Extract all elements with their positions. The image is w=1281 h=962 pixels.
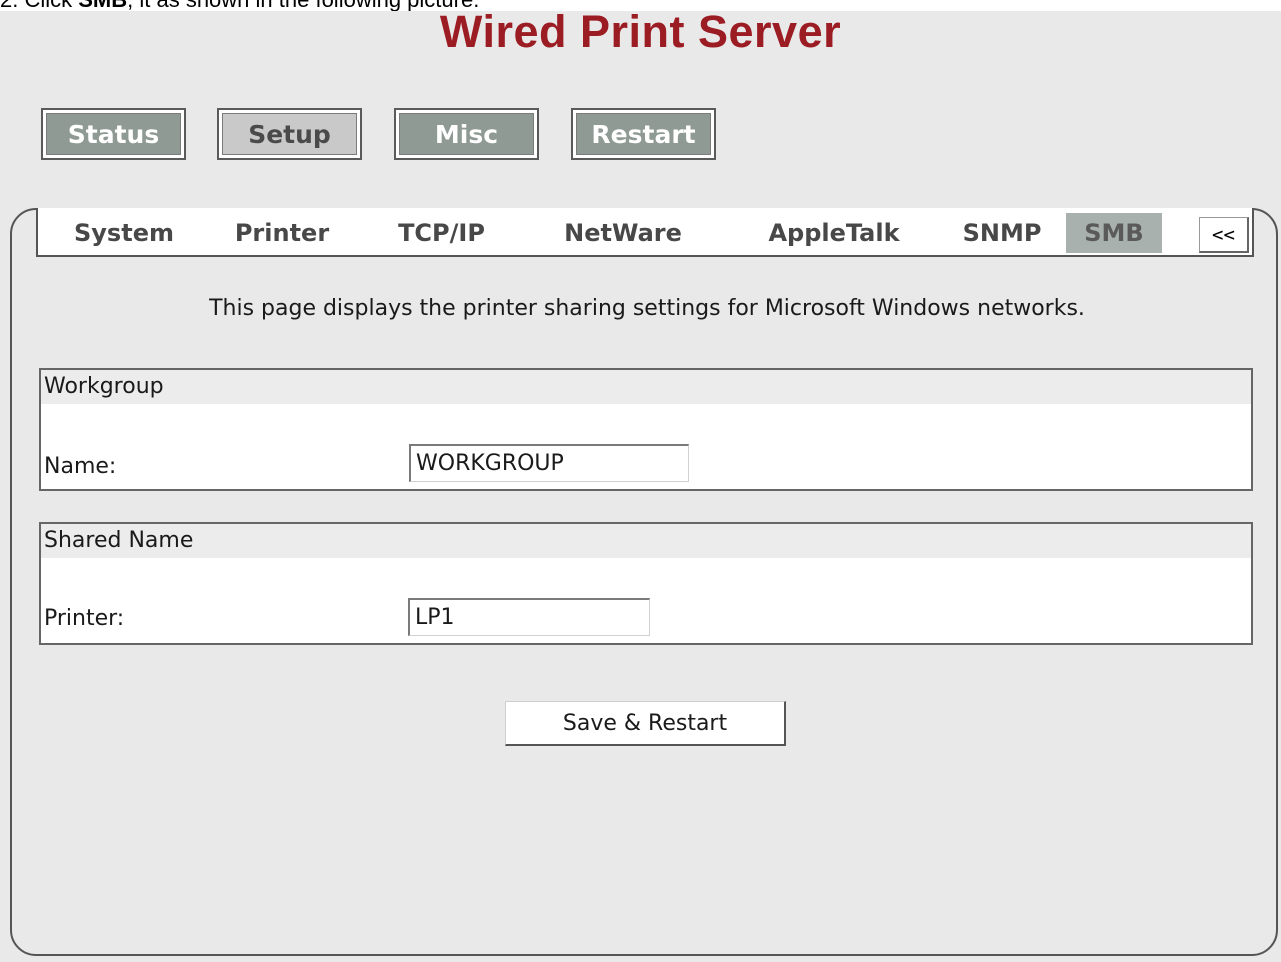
tab-system[interactable]: System xyxy=(65,213,183,253)
shared-printer-input[interactable] xyxy=(408,598,650,636)
tab-smb[interactable]: SMB xyxy=(1066,213,1162,253)
page-title: Wired Print Server xyxy=(439,6,842,57)
workgroup-header: Workgroup xyxy=(41,370,1251,404)
collapse-tabs-button[interactable]: << xyxy=(1199,217,1249,253)
setup-button-label: Setup xyxy=(222,113,357,155)
status-button[interactable]: Status xyxy=(41,108,186,160)
sub-tab-bar: System Printer TCP/IP NetWare AppleTalk … xyxy=(36,208,1254,257)
page-description: This page displays the printer sharing s… xyxy=(209,296,1085,321)
tab-tcpip[interactable]: TCP/IP xyxy=(384,213,499,253)
misc-button-label: Misc xyxy=(399,113,534,155)
status-button-label: Status xyxy=(46,113,181,155)
setup-button[interactable]: Setup xyxy=(217,108,362,160)
restart-button-label: Restart xyxy=(576,113,711,155)
save-restart-button[interactable]: Save & Restart xyxy=(505,701,786,746)
restart-button[interactable]: Restart xyxy=(571,108,716,160)
workgroup-name-input[interactable] xyxy=(409,444,689,482)
shared-printer-label: Printer: xyxy=(44,606,125,631)
tab-netware[interactable]: NetWare xyxy=(553,213,693,253)
workgroup-name-label: Name: xyxy=(44,454,117,479)
misc-button[interactable]: Misc xyxy=(394,108,539,160)
shared-name-header: Shared Name xyxy=(41,524,1251,558)
tab-snmp[interactable]: SNMP xyxy=(954,213,1050,253)
shared-name-section: Shared Name Printer: xyxy=(39,522,1253,645)
tab-printer[interactable]: Printer xyxy=(224,213,340,253)
workgroup-section: Workgroup Name: xyxy=(39,368,1253,491)
tab-appletalk[interactable]: AppleTalk xyxy=(751,213,917,253)
